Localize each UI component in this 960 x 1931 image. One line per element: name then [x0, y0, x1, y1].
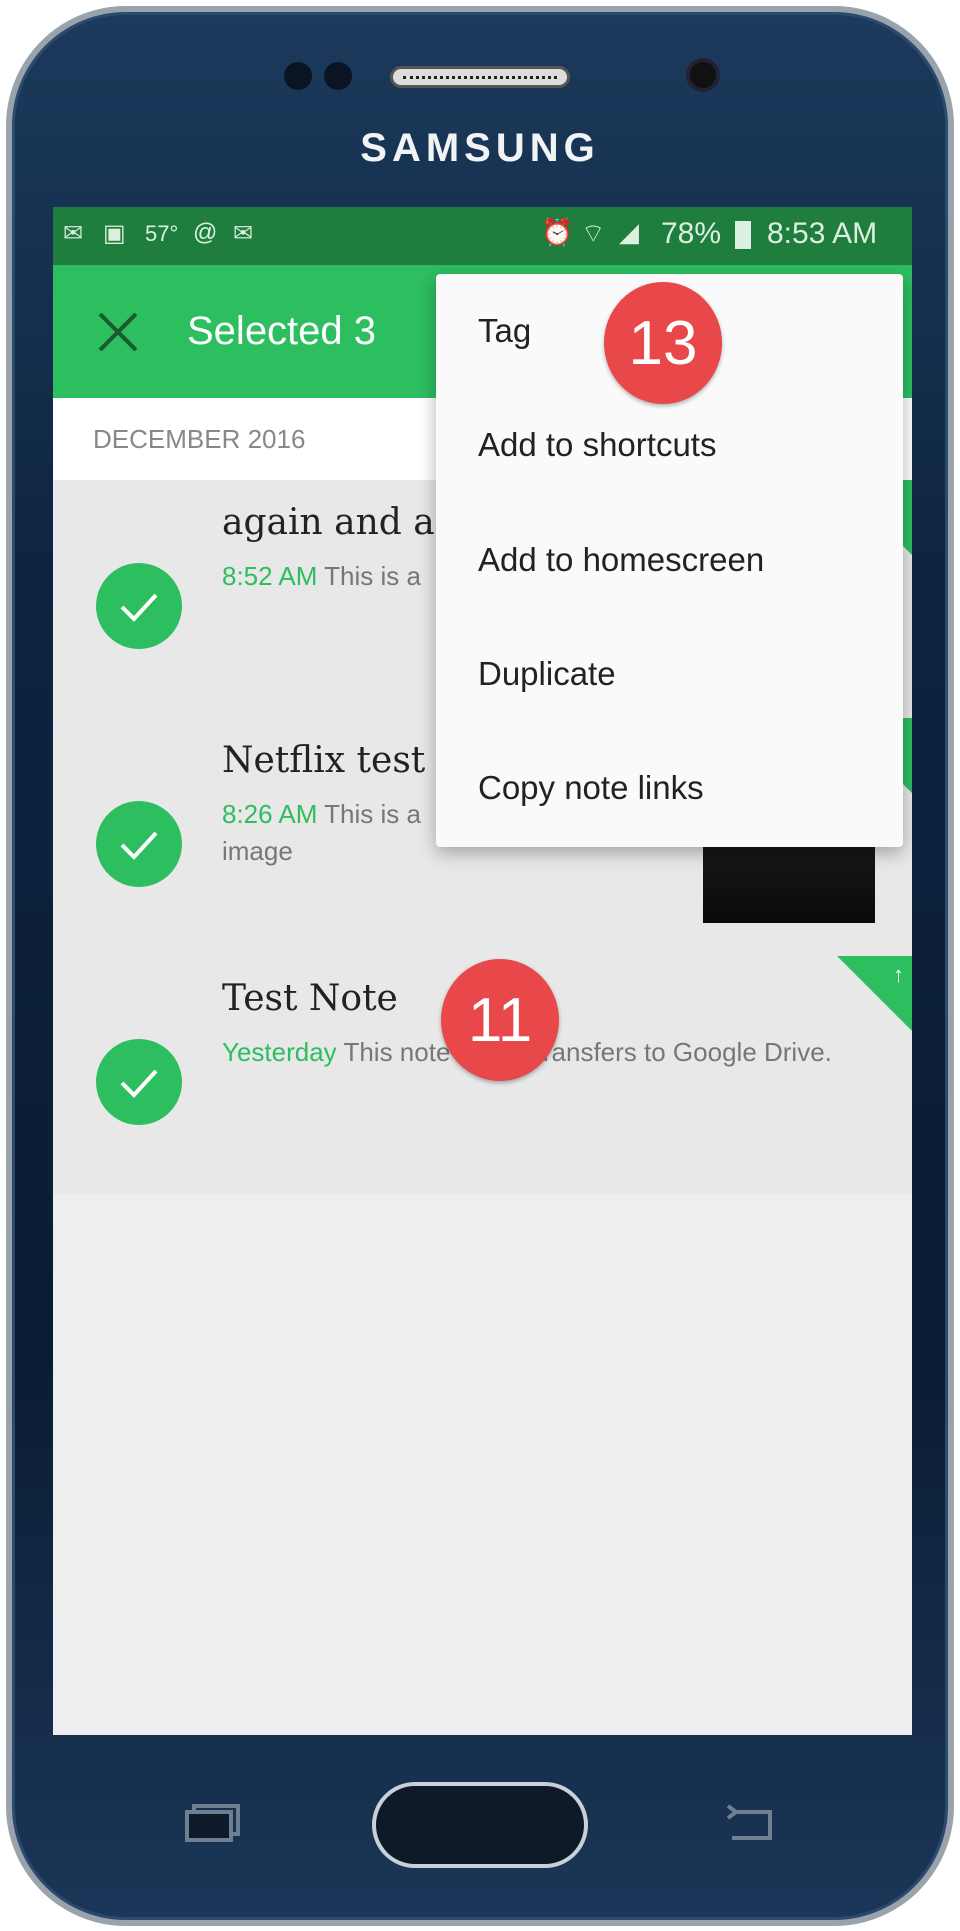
note-snippet-text: This is a [324, 799, 421, 829]
note-time: 8:52 AM [222, 561, 318, 591]
back-icon[interactable] [722, 1804, 780, 1844]
status-bar: ✉ ▣ 57° @ ✉ ⏰ ⌔ ◢ 78% 8:53 AM [53, 207, 912, 265]
menu-item-duplicate[interactable]: Duplicate [436, 617, 903, 731]
menu-item-copy-note-links[interactable]: Copy note links [436, 731, 903, 845]
annotation-badge: 11 [441, 959, 559, 1081]
evernote-icon: ✉ [63, 220, 84, 247]
recent-apps-icon[interactable] [184, 1804, 242, 1842]
note-snippet-text: This note to test transfers to Google Dr… [343, 1037, 832, 1067]
wifi-icon: ⌔ [581, 218, 606, 248]
evernote-icon: ✉ [233, 220, 254, 247]
battery-icon [735, 221, 751, 249]
temperature: 57° [145, 221, 179, 246]
checked-icon[interactable] [96, 563, 182, 649]
signal-icon: ◢ [619, 217, 639, 247]
note-snippet-text: This is a [324, 561, 421, 591]
checked-icon[interactable] [96, 1039, 182, 1125]
checked-icon[interactable] [96, 801, 182, 887]
annotation-badge: 13 [604, 282, 722, 404]
screen: ✉ ▣ 57° @ ✉ ⏰ ⌔ ◢ 78% 8:53 AM Selected 3… [53, 207, 912, 1735]
note-title: Test Note [222, 978, 398, 1019]
brand-logo: SAMSUNG [360, 126, 600, 170]
menu-item-add-to-shortcuts[interactable]: Add to shortcuts [436, 388, 903, 502]
home-button[interactable] [372, 1782, 588, 1868]
clock: 8:53 AM [767, 217, 878, 250]
sensor-icon [324, 62, 352, 90]
upload-arrow-icon: ↑ [893, 962, 904, 987]
note-time: Yesterday [222, 1037, 337, 1067]
close-icon[interactable] [97, 311, 139, 353]
email-icon: @ [193, 219, 218, 246]
menu-item-add-to-homescreen[interactable]: Add to homescreen [436, 503, 903, 617]
speaker-grille [390, 66, 570, 88]
front-camera-icon [686, 58, 720, 92]
note-title: Netflix test [222, 740, 426, 781]
note-snippet-text: image [222, 836, 293, 866]
alarm-icon: ⏰ [541, 217, 574, 247]
section-header-label: DECEMBER 2016 [93, 424, 306, 454]
note-time: 8:26 AM [222, 799, 318, 829]
image-icon: ▣ [103, 220, 126, 247]
battery-percent: 78% [661, 217, 722, 250]
sensor-icon [284, 62, 312, 90]
selection-count-title: Selected 3 [187, 309, 377, 353]
note-title: again and a [222, 502, 435, 543]
